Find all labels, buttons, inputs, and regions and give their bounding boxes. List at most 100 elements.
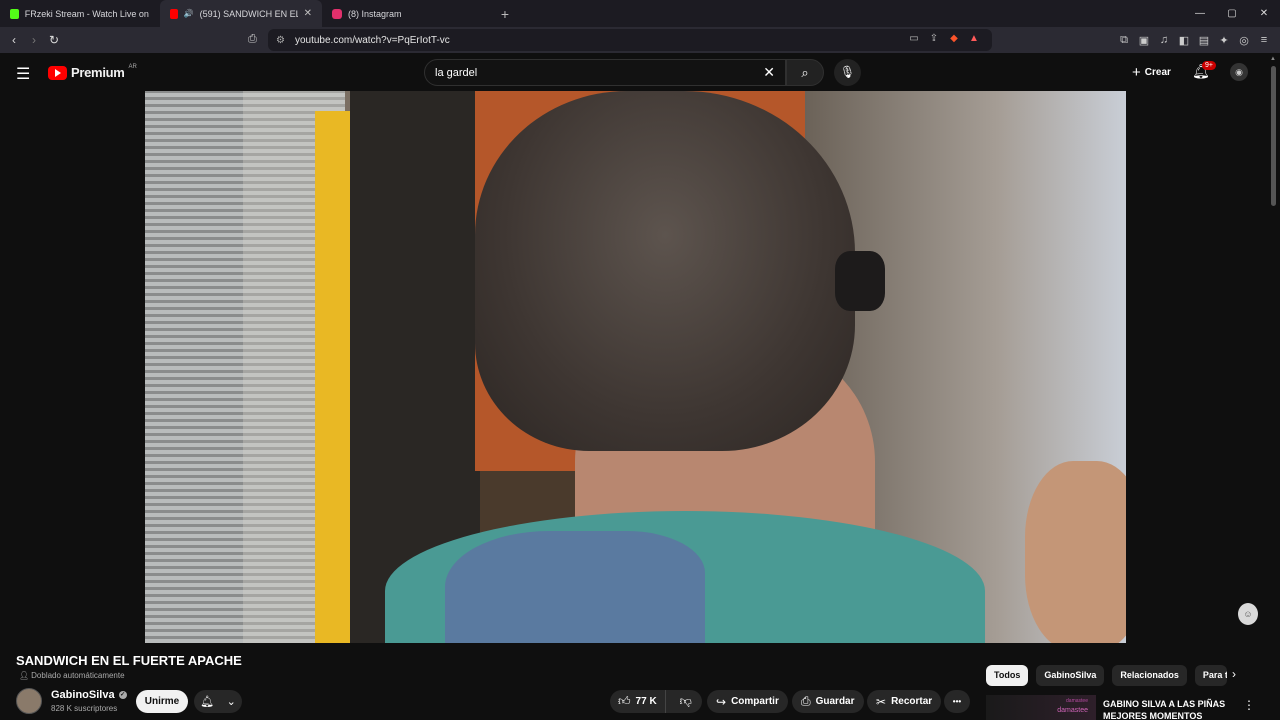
video-title: SANDWICH EN EL FUERTE APACHE bbox=[16, 653, 242, 668]
video-frame-backpack bbox=[445, 531, 705, 643]
hamburger-menu-icon[interactable]: ☰ bbox=[16, 64, 30, 84]
share-arrow-icon: ↪ bbox=[716, 694, 727, 709]
search-button[interactable]: ⌕ bbox=[786, 59, 824, 86]
subscription-bell-button[interactable]: 🔔︎ ⌄ bbox=[194, 690, 242, 713]
video-frame-yellow-column bbox=[315, 111, 355, 643]
more-actions-button[interactable]: ••• bbox=[944, 690, 970, 713]
share-icon[interactable]: ⇪ bbox=[926, 33, 942, 44]
chip-for-you[interactable]: Para ti bbox=[1194, 665, 1227, 686]
page-scrollbar[interactable]: ▲ bbox=[1270, 56, 1278, 720]
bell-icon: 🔔︎ bbox=[200, 696, 215, 708]
url-text: youtube.com/watch?v=PqErIotT-vc bbox=[294, 34, 450, 46]
screenshot-icon[interactable]: ▣ bbox=[1136, 34, 1152, 47]
notifications-button[interactable]: 🔔︎ 9+ bbox=[1192, 61, 1216, 80]
save-button[interactable]: ⎙ Guardar bbox=[792, 690, 864, 713]
bookmark-save-icon: ⎙ bbox=[801, 694, 811, 708]
media-icon[interactable]: ♫ bbox=[1156, 34, 1172, 46]
youtube-premium-logo[interactable]: Premium AR bbox=[48, 63, 137, 80]
plus-icon: + bbox=[1132, 63, 1141, 81]
youtube-header: ☰ Premium AR la gardel ✕ ⌕ 🎙 + Crear 🔔︎ … bbox=[0, 53, 1280, 91]
recommendation-filter-chips: Todos GabinoSilva Relacionados Para ti bbox=[986, 665, 1227, 686]
verified-check-icon: ✓ bbox=[118, 691, 127, 699]
video-frame-sunglasses bbox=[835, 251, 885, 311]
tab-title: (8) Instagram bbox=[348, 8, 402, 19]
tab-title: FRzeki Stream - Watch Live on Kick bbox=[24, 8, 150, 19]
extensions-area: ⧉ ▣ ♫ ◧ ▤ ✦ ◎ ≡ bbox=[1116, 27, 1280, 53]
like-button[interactable]: 👍︎ 77 K bbox=[610, 690, 666, 713]
dubbed-badge: 👤︎ Doblado automáticamente bbox=[19, 671, 125, 680]
browser-tab-instagram[interactable]: (8) Instagram bbox=[322, 0, 492, 27]
chip-all[interactable]: Todos bbox=[986, 665, 1029, 686]
browser-tab-youtube[interactable]: 🔊 (591) SANDWICH EN EL FUER ✕ bbox=[160, 0, 322, 27]
bookmark-icon[interactable]: ⎙ bbox=[248, 33, 257, 46]
extensions-icon[interactable]: ⧉ bbox=[1116, 34, 1132, 47]
kebab-menu-icon[interactable]: ⋮ bbox=[1243, 698, 1255, 712]
thumbnail-watermark: damastee bbox=[1057, 707, 1088, 714]
leo-ai-icon[interactable]: ✦ bbox=[1216, 34, 1232, 47]
recommendation-title[interactable]: GABINO SILVA A LAS PIÑAS MEJORES MOMENTO… bbox=[1103, 698, 1228, 720]
recommendation-thumbnail[interactable]: damastee damastee bbox=[986, 695, 1096, 720]
site-settings-icon[interactable]: ⚙ bbox=[276, 35, 285, 46]
reload-icon[interactable]: ↻ bbox=[44, 33, 64, 47]
notifications-badge: 9+ bbox=[1202, 61, 1216, 70]
dubbed-label: Doblado automáticamente bbox=[31, 671, 125, 680]
instagram-favicon-icon bbox=[332, 8, 342, 19]
restore-icon[interactable]: ▢ bbox=[1216, 0, 1248, 27]
channel-name: GabinoSilva bbox=[51, 689, 115, 701]
share-button[interactable]: ↪ Compartir bbox=[707, 690, 788, 713]
save-label: Guardar bbox=[815, 696, 855, 707]
clear-search-icon[interactable]: ✕ bbox=[763, 64, 775, 81]
logo-text: Premium bbox=[71, 65, 125, 80]
wallet-icon[interactable]: ▤ bbox=[1196, 34, 1212, 47]
join-button[interactable]: Unirme bbox=[136, 690, 188, 713]
kick-favicon-icon bbox=[10, 8, 19, 19]
minimize-icon[interactable]: — bbox=[1184, 0, 1216, 27]
cast-icon[interactable]: ▭ bbox=[906, 33, 922, 44]
subscriber-count: 828 K suscriptores bbox=[51, 704, 118, 713]
dubbed-person-icon: 👤︎ bbox=[19, 671, 30, 680]
browser-menu-icon[interactable]: ≡ bbox=[1256, 34, 1272, 46]
browser-tab-kick[interactable]: FRzeki Stream - Watch Live on Kick bbox=[0, 0, 160, 27]
window-controls: — ▢ ✕ bbox=[1184, 0, 1280, 27]
video-frame-person-hair bbox=[475, 91, 855, 451]
vpn-icon[interactable]: ◎ bbox=[1236, 34, 1252, 47]
brave-rewards-icon[interactable]: ▲ bbox=[966, 33, 982, 44]
account-avatar[interactable]: ◉ bbox=[1230, 63, 1248, 81]
voice-search-button[interactable]: 🎙 bbox=[834, 59, 861, 86]
channel-name-link[interactable]: GabinoSilva ✓ bbox=[51, 689, 127, 701]
channel-avatar[interactable] bbox=[16, 688, 42, 714]
chevron-down-icon: ⌄ bbox=[226, 696, 236, 708]
search-input[interactable]: la gardel ✕ bbox=[424, 59, 786, 86]
microphone-icon: 🎙 bbox=[839, 65, 856, 79]
scissors-icon: ✂ bbox=[876, 694, 887, 709]
search-icon: ⌕ bbox=[801, 65, 809, 80]
chip-channel[interactable]: GabinoSilva bbox=[1036, 665, 1105, 686]
thumbs-down-icon: 👎︎ bbox=[679, 694, 692, 708]
floating-avatar-icon[interactable]: ☺ bbox=[1238, 603, 1258, 625]
create-label: Crear bbox=[1144, 66, 1171, 78]
close-window-icon[interactable]: ✕ bbox=[1248, 0, 1280, 27]
chevron-right-icon[interactable]: › bbox=[1232, 667, 1236, 681]
share-label: Compartir bbox=[731, 696, 779, 707]
youtube-play-logo-icon bbox=[48, 65, 67, 80]
chip-related[interactable]: Relacionados bbox=[1112, 665, 1187, 686]
browser-toolbar: ‹ › ↻ ⎙ ⚙ youtube.com/watch?v=PqErIotT-v… bbox=[0, 27, 1280, 53]
scroll-up-icon[interactable]: ▲ bbox=[1270, 56, 1276, 62]
clip-button[interactable]: ✂ Recortar bbox=[867, 690, 942, 713]
dislike-button[interactable]: 👎︎ bbox=[671, 694, 701, 709]
close-tab-icon[interactable]: ✕ bbox=[304, 8, 312, 19]
sidebar-icon[interactable]: ◧ bbox=[1176, 34, 1192, 47]
audio-playing-icon[interactable]: 🔊 bbox=[184, 9, 194, 18]
video-player[interactable] bbox=[145, 91, 1126, 643]
new-tab-button[interactable]: + bbox=[492, 6, 518, 22]
create-button[interactable]: + Crear bbox=[1124, 61, 1179, 83]
forward-icon[interactable]: › bbox=[24, 33, 44, 47]
address-bar[interactable]: ⚙ youtube.com/watch?v=PqErIotT-vc ▭ ⇪ ◆ … bbox=[268, 29, 992, 51]
tab-title: (591) SANDWICH EN EL FUER bbox=[199, 8, 298, 19]
back-icon[interactable]: ‹ bbox=[4, 33, 24, 47]
clip-label: Recortar bbox=[891, 696, 933, 707]
address-bar-icons: ▭ ⇪ ◆ ▲ bbox=[906, 33, 982, 44]
country-code: AR bbox=[128, 63, 137, 70]
brave-shield-icon[interactable]: ◆ bbox=[946, 33, 962, 44]
scrollbar-thumb[interactable] bbox=[1271, 66, 1276, 206]
